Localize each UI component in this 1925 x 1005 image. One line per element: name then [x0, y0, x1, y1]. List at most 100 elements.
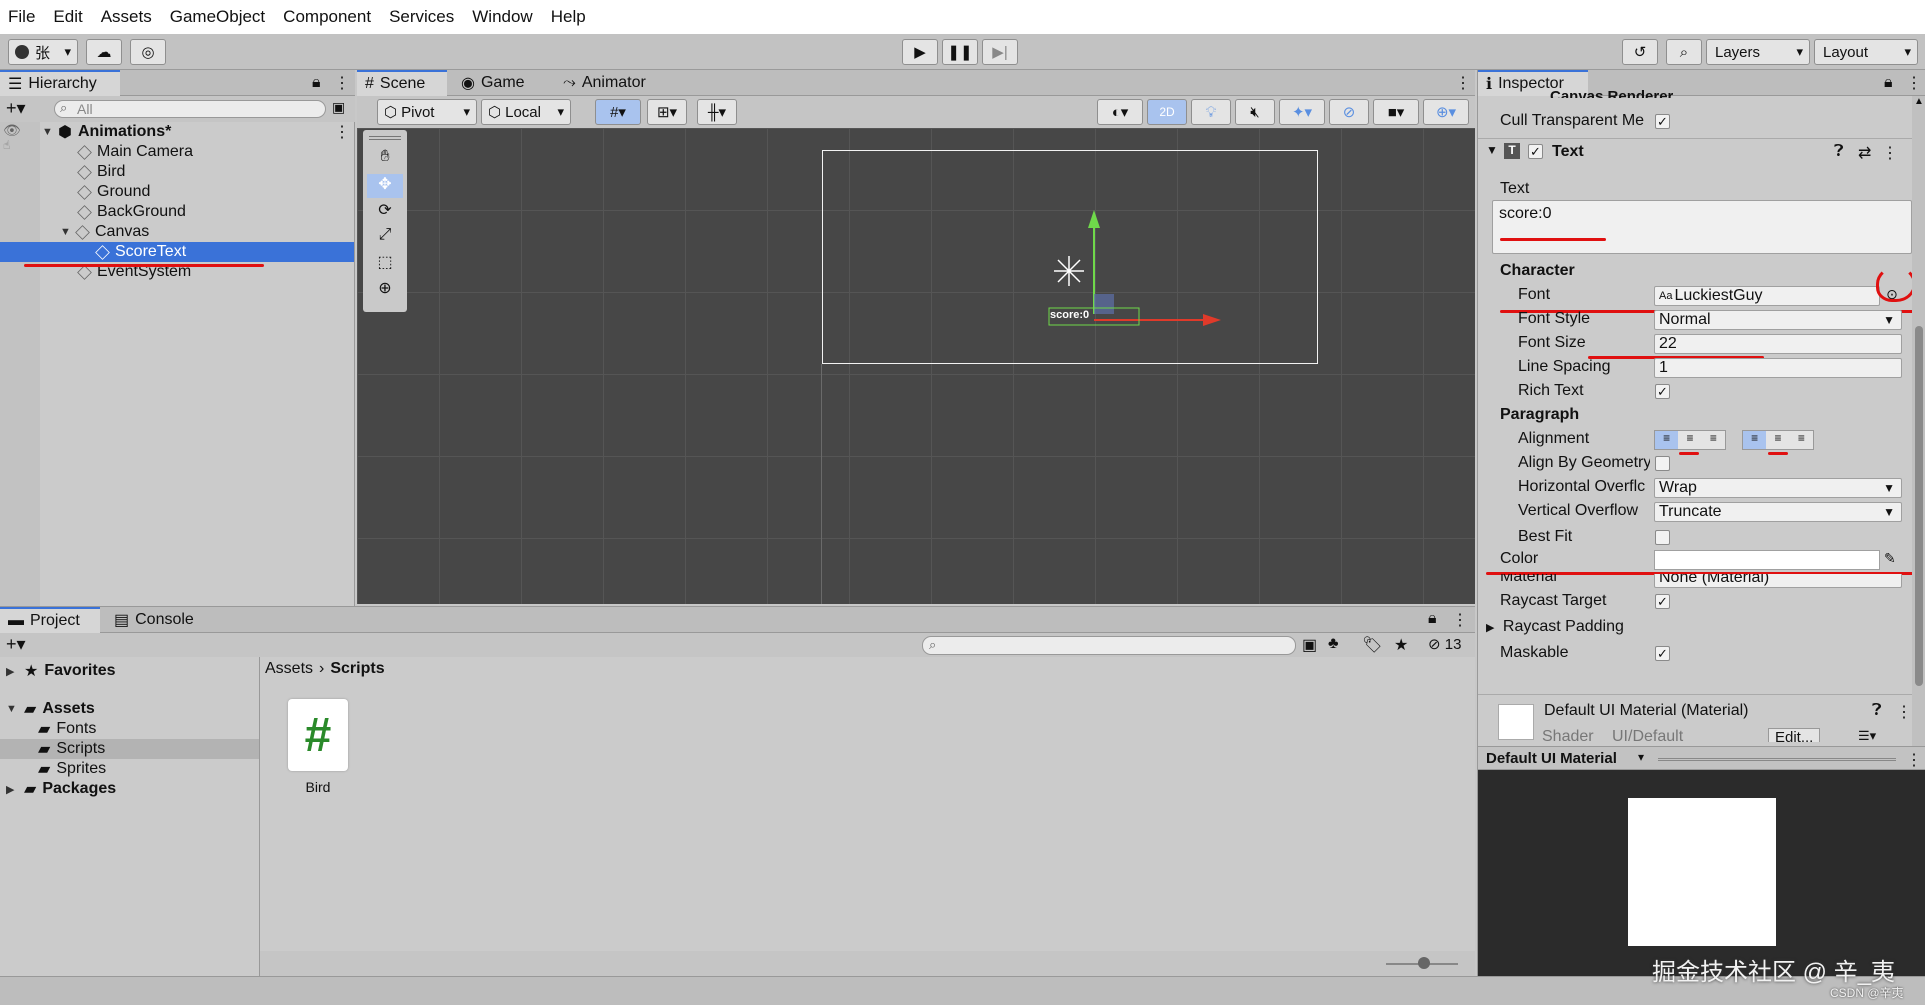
align-bottom-icon[interactable]: ≡ [1789, 431, 1813, 449]
align-middle-icon[interactable]: ≡ [1766, 431, 1790, 449]
hierarchy-item-background[interactable]: BackGround [77, 202, 186, 222]
pivot-dropdown[interactable]: ⬡ Pivot [377, 99, 477, 125]
help-icon[interactable]: ❓︎ [1872, 702, 1882, 720]
preview-title[interactable]: Default UI Material [1486, 750, 1617, 767]
menu-component[interactable]: Component [283, 7, 371, 27]
rich-text-checkbox[interactable]: ✓ [1655, 384, 1670, 399]
preview-more-icon[interactable]: ⋮ [1906, 750, 1922, 770]
play-button[interactable]: ▶ [902, 39, 938, 65]
hierarchy-item-main-camera[interactable]: Main Camera [77, 142, 193, 162]
label-icon[interactable]: 🏷︎ [1362, 635, 1382, 655]
line-spacing-field[interactable]: 1 [1654, 358, 1902, 378]
filter-icon[interactable]: ▣ [332, 99, 345, 116]
hierarchy-item-scoretext[interactable]: ScoreText [0, 242, 354, 262]
hidden-objects-toggle[interactable]: ⊘ [1329, 99, 1369, 125]
cull-checkbox[interactable]: ✓ [1655, 114, 1670, 129]
color-swatch[interactable] [1654, 550, 1880, 570]
shading-dropdown[interactable]: ◐▾ [1097, 99, 1143, 125]
help-icon[interactable]: ❓︎ [1834, 143, 1844, 161]
lock-icon[interactable]: 🔒︎ [1884, 74, 1893, 92]
material-field[interactable]: None (Material) [1654, 574, 1902, 588]
folder-sprites[interactable]: ▰ Sprites [38, 759, 106, 779]
align-left-icon[interactable]: ≡ [1655, 431, 1679, 449]
align-geometry-checkbox[interactable] [1655, 456, 1670, 471]
tab-game[interactable]: ◉ Game [453, 70, 543, 96]
align-top-icon[interactable]: ≡ [1743, 431, 1767, 449]
drag-handle-icon[interactable] [1658, 758, 1896, 761]
packages-folder[interactable]: ▶ ▰ Packages [6, 779, 116, 799]
material-more-icon[interactable]: ⋮ [1896, 702, 1912, 722]
text-value-area[interactable]: score:0 [1492, 200, 1912, 254]
search-by-type-icon[interactable]: ▣ [1302, 635, 1317, 655]
scene-root[interactable]: ▼ ⬢ Animations* [42, 122, 171, 142]
camera-dropdown[interactable]: ■▾ [1373, 99, 1419, 125]
font-field[interactable]: Aa LuckiestGuy [1654, 286, 1880, 306]
add-icon[interactable]: +▾ [6, 634, 26, 655]
align-right-icon[interactable]: ≡ [1701, 431, 1725, 449]
pick-icon[interactable]: ☝︎ [3, 138, 10, 152]
folder-fonts[interactable]: ▰ Fonts [38, 719, 96, 739]
increment-snap-toggle[interactable]: ⊞▾ [647, 99, 687, 125]
move-gizmo[interactable] [357, 128, 1475, 604]
menu-assets[interactable]: Assets [101, 7, 152, 27]
eyedropper-icon[interactable]: ✎ [1884, 550, 1896, 567]
h-overflow-dropdown[interactable]: Wrap ▼ [1654, 478, 1902, 498]
project-search-input[interactable]: ⌕ [922, 636, 1296, 655]
gizmo-tools-toggle[interactable]: ╫▾ [697, 99, 737, 125]
breadcrumb-scripts[interactable]: Scripts [330, 660, 384, 678]
v-overflow-dropdown[interactable]: Truncate ▼ [1654, 502, 1902, 522]
collapse-arrow-icon[interactable]: ▼ [1486, 143, 1498, 157]
hidden-packages-toggle[interactable]: ⊘ 13 [1428, 635, 1461, 653]
audio-toggle[interactable]: 🔇︎ [1235, 99, 1275, 125]
expand-arrow-icon[interactable]: ▼ [42, 126, 54, 138]
tab-project[interactable]: ▬ Project [0, 607, 100, 633]
maskable-checkbox[interactable]: ✓ [1655, 646, 1670, 661]
scrollbar-thumb[interactable] [1915, 326, 1923, 686]
scene-more-icon[interactable]: ⋮ [334, 122, 350, 142]
filter-by-type-icon[interactable]: ♣ [1328, 635, 1339, 653]
add-icon[interactable]: +▾ [6, 98, 26, 119]
layout-dropdown[interactable]: Layout [1814, 39, 1918, 65]
menu-edit[interactable]: Edit [53, 7, 82, 27]
edit-shader-button[interactable]: Edit... [1768, 728, 1821, 742]
menu-services[interactable]: Services [389, 7, 454, 27]
expand-arrow-icon[interactable]: ▶ [1486, 622, 1494, 634]
grid-snap-toggle[interactable]: #▾ [595, 99, 641, 125]
history-button[interactable]: ↺ [1622, 39, 1658, 65]
inspector-scrollbar[interactable]: ▲ ▼ [1912, 96, 1925, 786]
folder-scripts[interactable]: ▰ Scripts [0, 739, 259, 759]
menu-help[interactable]: Help [551, 7, 586, 27]
text-component-header[interactable]: ▼ T ✓ Text ❓︎ ⇄ ⋮ [1478, 140, 1912, 164]
expand-arrow-icon[interactable]: ▼ [6, 703, 18, 715]
scene-more-icon[interactable]: ⋮ [1455, 73, 1471, 93]
eye-icon[interactable]: 👁︎ [3, 122, 21, 139]
font-size-field[interactable]: 22 [1654, 334, 1902, 354]
raycast-padding-row[interactable]: ▶ Raycast Padding [1486, 618, 1624, 636]
assets-folder[interactable]: ▼ ▰ Assets [6, 699, 95, 719]
breadcrumb-assets[interactable]: Assets [265, 660, 313, 678]
text-enabled-checkbox[interactable]: ✓ [1528, 144, 1543, 159]
shader-value[interactable]: UI/Default [1612, 728, 1683, 742]
raycast-target-checkbox[interactable]: ✓ [1655, 594, 1670, 609]
account-dropdown[interactable]: 张 [8, 39, 78, 65]
scene-view[interactable]: ✋︎ ✥ ⟳ ⤢ ⬚ ⊕ score:0 [357, 128, 1475, 604]
local-dropdown[interactable]: ⬡ Local [481, 99, 571, 125]
hierarchy-search-input[interactable]: All [54, 100, 326, 118]
search-button[interactable]: ⌕ [1666, 39, 1702, 65]
lock-icon[interactable]: 🔒︎ [1428, 610, 1437, 628]
shader-menu-icon[interactable]: ☰▾ [1858, 728, 1876, 742]
hierarchy-item-bird[interactable]: Bird [77, 162, 125, 182]
best-fit-checkbox[interactable] [1655, 530, 1670, 545]
gizmos-dropdown[interactable]: ⊕▾ [1423, 99, 1469, 125]
pause-button[interactable]: ❚❚ [942, 39, 978, 65]
tab-animator[interactable]: ⤳ Animator [555, 70, 665, 96]
expand-arrow-icon[interactable]: ▼ [60, 226, 72, 238]
align-center-icon[interactable]: ≡ [1678, 431, 1702, 449]
more-icon[interactable]: ⋮ [1906, 73, 1922, 93]
expand-arrow-icon[interactable]: ▶ [6, 783, 18, 796]
hierarchy-item-ground[interactable]: Ground [77, 182, 150, 202]
menu-file[interactable]: File [8, 7, 35, 27]
menu-gameobject[interactable]: GameObject [170, 7, 265, 27]
lighting-toggle[interactable]: 💡︎ [1191, 99, 1231, 125]
menu-window[interactable]: Window [472, 7, 532, 27]
